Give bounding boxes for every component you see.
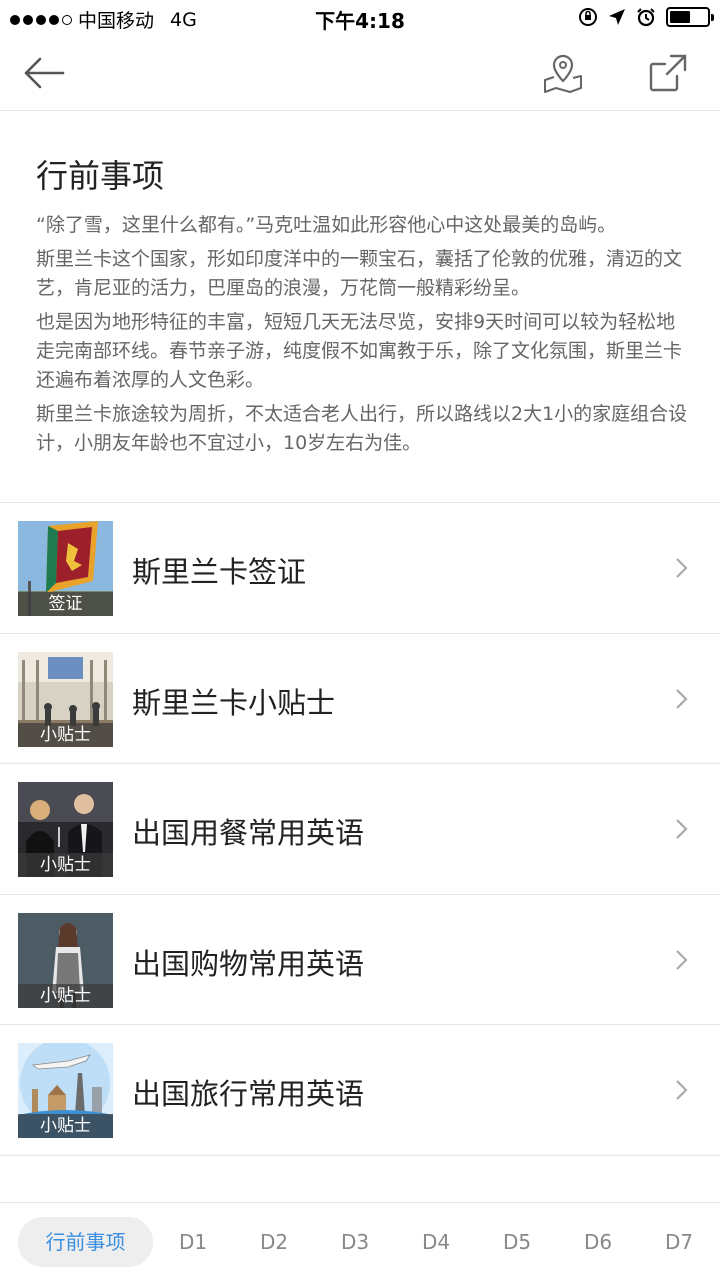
intro-section: 行前事项 “除了雪，这里什么都有。”马克吐温如此形容他心中这处最美的岛屿。 斯里… — [0, 111, 720, 503]
map-pin-icon — [544, 54, 582, 93]
tab-d3[interactable]: D3 — [330, 1217, 380, 1267]
chevron-right-icon — [676, 949, 688, 970]
status-bar: 中国移动 4G 下午4:18 — [0, 0, 720, 36]
tab-d2[interactable]: D2 — [249, 1217, 299, 1267]
guide-list: 签证 斯里兰卡签证 小贴士 斯里兰卡小贴士 小贴士 出国用餐常用英语 小贴士 出… — [0, 503, 720, 1156]
intro-title: 行前事项 — [36, 157, 165, 195]
chevron-right-icon — [676, 688, 688, 709]
tab-d6[interactable]: D6 — [573, 1217, 623, 1267]
intro-paragraph: 也是因为地形特征的丰富，短短几天无法尽览，安排9天时间可以较为轻松地走完南部环线… — [36, 311, 683, 391]
chevron-right-icon — [676, 558, 688, 578]
location-arrow-icon — [609, 9, 625, 25]
thumbnail-tag: 小贴士 — [18, 1114, 113, 1138]
back-button[interactable] — [20, 48, 70, 98]
thumbnail-tag: 小贴士 — [18, 983, 113, 1008]
list-item-title: 出国用餐常用英语 — [132, 816, 365, 850]
tab-d5[interactable]: D5 — [492, 1217, 542, 1267]
status-right — [578, 7, 714, 27]
share-button[interactable] — [643, 48, 693, 98]
share-icon — [649, 54, 687, 92]
intro-body: “除了雪，这里什么都有。”马克吐温如此形容他心中这处最美的岛屿。 斯里兰卡这个国… — [36, 211, 688, 463]
alarm-icon — [637, 8, 655, 27]
list-item-shopping-english[interactable]: 小贴士 出国购物常用英语 — [0, 895, 720, 1025]
tab-pre-trip[interactable]: 行前事项 — [18, 1217, 153, 1267]
thumbnail: 小贴士 — [18, 1043, 113, 1138]
list-item-title: 出国旅行常用英语 — [132, 1077, 365, 1111]
battery-icon — [666, 7, 714, 27]
chevron-right-icon — [676, 1080, 688, 1100]
thumbnail: 小贴士 — [18, 651, 113, 747]
intro-paragraph: 斯里兰卡这个国家，形如印度洋中的一颗宝石，囊括了伦敦的优雅，清迈的文艺，肯尼亚的… — [36, 248, 683, 299]
list-item-title: 斯里兰卡签证 — [132, 555, 307, 589]
tab-d4[interactable]: D4 — [411, 1217, 461, 1267]
chevron-right-icon — [676, 819, 688, 839]
list-item-travel-english[interactable]: 小贴士 出国旅行常用英语 — [0, 1025, 720, 1156]
thumbnail: 小贴士 — [18, 782, 113, 877]
rotation-lock-icon — [579, 8, 597, 26]
list-item-title: 出国购物常用英语 — [132, 946, 365, 981]
intro-paragraph: 斯里兰卡旅途较为周折，不太适合老人出行，所以路线以2大1小的家庭组合设计，小朋友… — [36, 403, 688, 454]
back-arrow-icon — [24, 57, 65, 89]
map-button[interactable] — [538, 48, 588, 98]
tab-d7[interactable]: D7 — [654, 1217, 704, 1267]
list-item-visa[interactable]: 签证 斯里兰卡签证 — [0, 503, 720, 634]
intro-paragraph: “除了雪，这里什么都有。”马克吐温如此形容他心中这处最美的岛屿。 — [36, 214, 617, 236]
list-item-tips[interactable]: 小贴士 斯里兰卡小贴士 — [0, 634, 720, 764]
thumbnail: 小贴士 — [18, 912, 113, 1008]
thumbnail-tag: 小贴士 — [18, 722, 113, 747]
list-item-title: 斯里兰卡小贴士 — [132, 685, 336, 720]
nav-bar — [0, 36, 720, 111]
tab-d1[interactable]: D1 — [168, 1217, 218, 1267]
thumbnail: 签证 — [18, 521, 113, 616]
list-item-dining-english[interactable]: 小贴士 出国用餐常用英语 — [0, 764, 720, 895]
day-tab-bar: 行前事项 D1 D2 D3 D4 D5 D6 D7 — [0, 1202, 720, 1280]
thumbnail-tag: 签证 — [18, 592, 113, 616]
thumbnail-tag: 小贴士 — [18, 853, 113, 877]
